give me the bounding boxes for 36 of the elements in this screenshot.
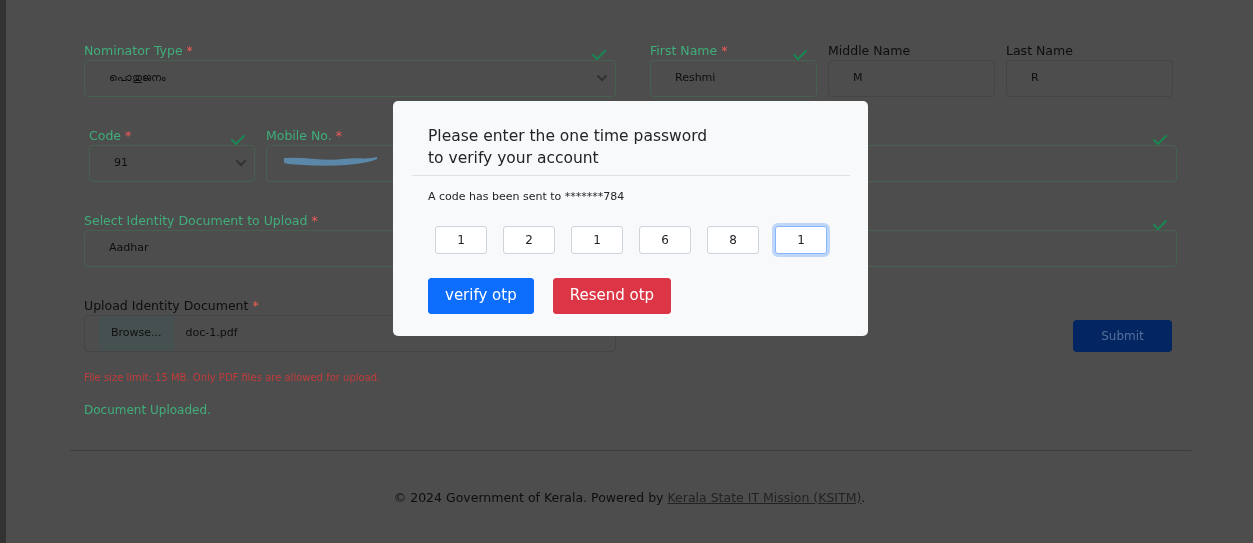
resend-otp-button[interactable]: Resend otp bbox=[552, 277, 672, 314]
select-field[interactable]: 91 bbox=[89, 145, 255, 182]
required-mark: * bbox=[125, 127, 132, 145]
field-label: Last Name bbox=[1006, 42, 1073, 60]
required-mark: * bbox=[186, 42, 193, 60]
otp-digit-field[interactable]: 1 bbox=[571, 225, 623, 254]
file-name: doc-1.pdf bbox=[185, 325, 239, 342]
otp-digit-field[interactable]: 6 bbox=[639, 225, 691, 254]
otp-digit-field[interactable]: 1 bbox=[775, 225, 827, 254]
dialog-title: Please enter the one time password to verify your account bbox=[428, 126, 709, 169]
help-text: File size limit: 15 MB. Only PDF files are allowed for upload. bbox=[84, 371, 382, 385]
required-mark: * bbox=[335, 127, 342, 145]
submit-button[interactable]: Submit bbox=[1073, 320, 1172, 352]
field-label: Nominator Type bbox=[84, 42, 183, 60]
otp-digit-field[interactable]: 8 bbox=[707, 225, 759, 254]
select-field[interactable]: പൊതുജനം bbox=[84, 60, 616, 97]
text-field[interactable]: Reshmi bbox=[650, 60, 817, 97]
field-label: Upload Identity Document bbox=[84, 297, 249, 315]
otp-digit-field[interactable]: 1 bbox=[435, 225, 487, 254]
field-label: Code bbox=[89, 127, 121, 145]
chevron-down-icon bbox=[597, 75, 607, 82]
text-field[interactable]: R bbox=[1006, 60, 1173, 97]
otp-message: A code has been sent to *******784 bbox=[428, 189, 626, 205]
field-label: Mobile No. bbox=[266, 127, 332, 145]
field-label: Select Identity Document to Upload bbox=[84, 212, 308, 230]
field-label: First Name bbox=[650, 42, 718, 60]
required-mark: * bbox=[311, 212, 318, 230]
otp-digit-field[interactable]: 2 bbox=[503, 225, 555, 254]
text-field[interactable]: M bbox=[828, 60, 995, 97]
verify-otp-button[interactable]: verify otp bbox=[428, 277, 534, 314]
status-text: Document Uploaded. bbox=[84, 402, 212, 419]
required-mark: * bbox=[252, 297, 259, 315]
chevron-down-icon bbox=[236, 160, 246, 167]
field-label: Middle Name bbox=[828, 42, 911, 60]
browse-button[interactable]: Browse... bbox=[99, 316, 174, 351]
required-mark: * bbox=[721, 42, 728, 60]
